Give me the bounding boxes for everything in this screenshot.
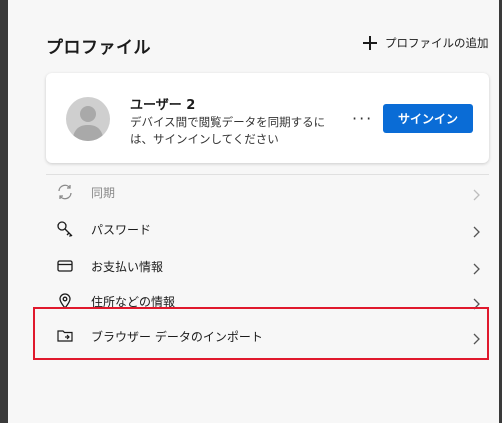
avatar-person-icon bbox=[72, 106, 104, 141]
add-profile-button[interactable]: プロファイルの追加 bbox=[363, 35, 489, 51]
profile-card: ユーザー 2 デバイス間で閲覧データを同期するには、サインインしてください ··… bbox=[46, 73, 489, 163]
chevron-right-icon bbox=[473, 186, 481, 205]
signin-description: デバイス間で閲覧データを同期するには、サインインしてください bbox=[130, 115, 326, 146]
window-edge-left bbox=[0, 0, 8, 423]
key-icon bbox=[56, 220, 74, 238]
sync-icon bbox=[56, 183, 74, 201]
add-profile-label: プロファイルの追加 bbox=[385, 36, 489, 50]
menu-item-label: お支払い情報 bbox=[91, 259, 164, 274]
menu-item-sync[interactable]: 同期 bbox=[46, 174, 489, 210]
plus-icon bbox=[363, 36, 377, 50]
user-name: ユーザー 2 bbox=[130, 98, 196, 113]
menu-item-label: 同期 bbox=[91, 185, 116, 200]
signin-button[interactable]: サインイン bbox=[383, 104, 473, 133]
menu-item-passwords[interactable]: パスワード bbox=[46, 211, 489, 247]
more-options-button[interactable]: ··· bbox=[352, 109, 373, 128]
highlight-box bbox=[33, 307, 489, 360]
avatar bbox=[66, 97, 110, 141]
credit-card-icon bbox=[56, 257, 74, 275]
chevron-right-icon bbox=[473, 223, 481, 242]
page-title: プロファイル bbox=[46, 38, 151, 58]
menu-item-payment-info[interactable]: お支払い情報 bbox=[46, 248, 489, 284]
menu-item-label: パスワード bbox=[91, 222, 152, 237]
chevron-right-icon bbox=[473, 260, 481, 279]
